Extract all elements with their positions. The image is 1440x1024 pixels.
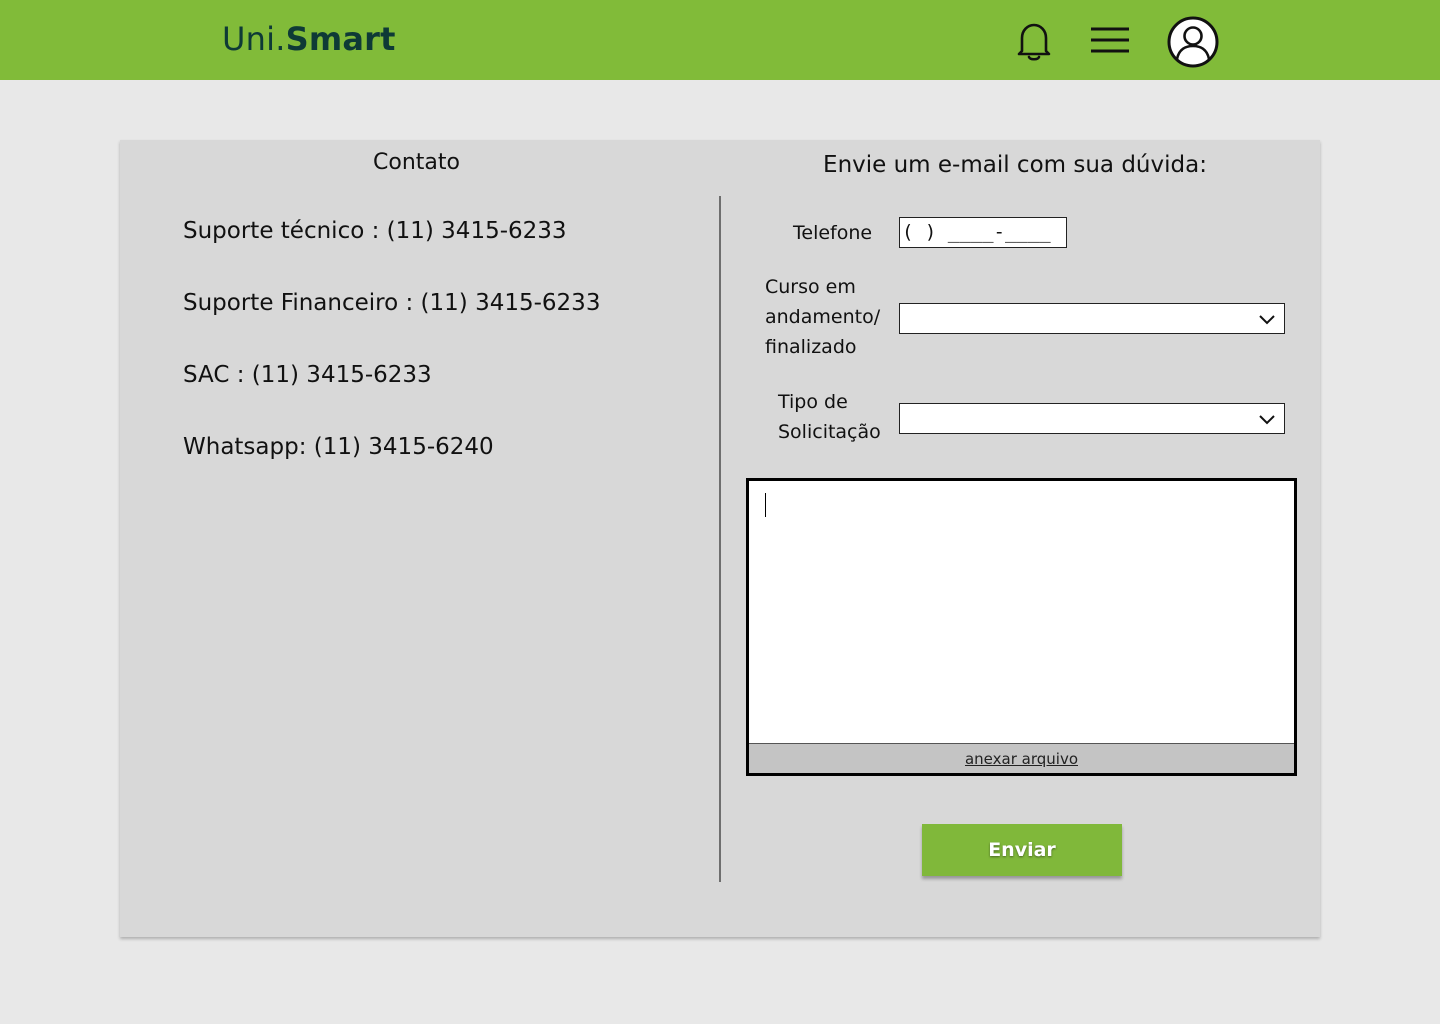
text-caret: [765, 493, 766, 517]
message-textarea[interactable]: [749, 481, 1294, 743]
user-avatar-icon[interactable]: [1166, 15, 1220, 69]
send-button[interactable]: Enviar: [922, 824, 1122, 876]
logo-suffix: Smart: [285, 20, 396, 58]
bell-icon[interactable]: [1014, 20, 1054, 62]
contact-card: Contato Suporte técnico : (11) 3415-6233…: [120, 140, 1320, 937]
message-box: anexar arquivo: [746, 478, 1297, 776]
course-label: Curso em andamento/ finalizado: [765, 272, 880, 362]
request-type-label-line-1: Tipo de: [778, 391, 848, 413]
request-type-label: Tipo de Solicitação: [778, 387, 881, 447]
course-label-line-1: Curso em: [765, 276, 856, 298]
contact-sac: SAC : (11) 3415-6233: [183, 362, 432, 388]
hamburger-menu-icon[interactable]: [1088, 22, 1132, 58]
phone-input[interactable]: ( ) ____-____: [899, 217, 1067, 248]
vertical-divider: [719, 196, 721, 882]
request-type-select[interactable]: [899, 403, 1285, 434]
contact-title: Contato: [373, 150, 460, 175]
attach-file-link[interactable]: anexar arquivo: [965, 750, 1078, 768]
attach-bar: anexar arquivo: [749, 743, 1294, 773]
course-select[interactable]: [899, 303, 1285, 334]
course-label-line-2: andamento/: [765, 306, 881, 328]
phone-label: Telefone: [793, 222, 873, 244]
chevron-down-icon: [1259, 315, 1275, 325]
top-bar: Uni.Smart: [0, 0, 1440, 80]
form-title: Envie um e-mail com sua dúvida:: [823, 152, 1207, 178]
chevron-down-icon: [1259, 415, 1275, 425]
course-label-line-3: finalizado: [765, 336, 857, 358]
request-type-label-line-2: Solicitação: [778, 421, 881, 443]
contact-whatsapp: Whatsapp: (11) 3415-6240: [183, 434, 494, 460]
contact-tech-support: Suporte técnico : (11) 3415-6233: [183, 218, 567, 244]
app-logo[interactable]: Uni.Smart: [222, 20, 396, 58]
logo-prefix: Uni.: [222, 20, 286, 58]
contact-financial-support: Suporte Financeiro : (11) 3415-6233: [183, 290, 601, 316]
